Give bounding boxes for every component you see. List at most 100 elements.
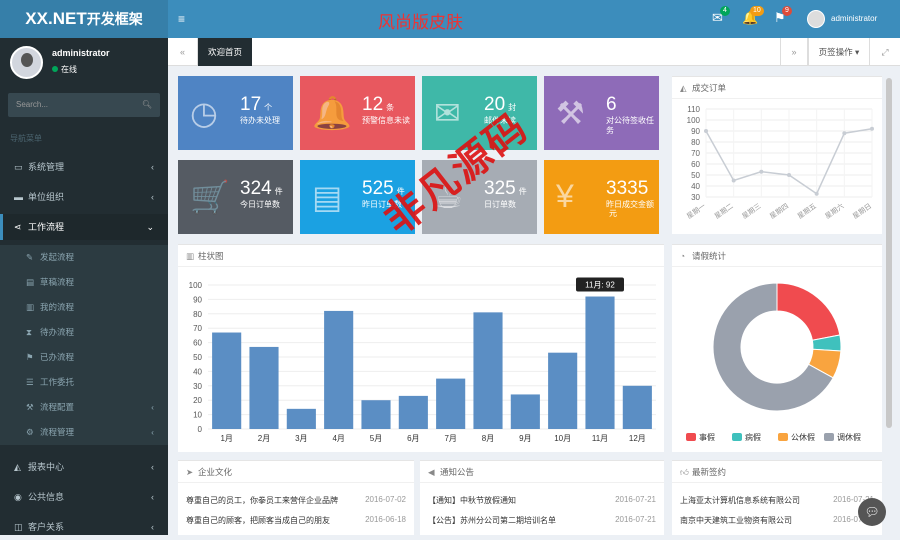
list-item-date: 2016-07-02 <box>361 495 406 504</box>
stat-tile-unit: 件 <box>274 187 283 196</box>
fullscreen-icon[interactable]: ⤢ <box>870 38 900 66</box>
chevron-left-icon: ‹ <box>151 427 154 437</box>
app-logo[interactable]: XX.NET开发框架 <box>0 0 168 38</box>
legend-label: 调休假 <box>837 432 861 442</box>
stat-tile[interactable]: ¥3335 元 昨日成交金额 <box>544 160 659 234</box>
orders-panel-title: 成交订单 <box>692 83 727 93</box>
list-item[interactable]: 南京中天建筑工业物资有限公司 2016-07-20 <box>680 515 874 531</box>
file-text-icon: ▥ <box>26 302 35 312</box>
stat-tile-label: 昨日成交金额 <box>606 200 654 209</box>
search-input[interactable]: Search... 🔍︎ <box>8 93 160 117</box>
sidebar-toggle-icon[interactable]: ≡ <box>178 12 185 26</box>
x-tick-label: 星期四 <box>768 202 790 221</box>
sidebar-subitem-label: 已办流程 <box>40 352 75 362</box>
sidebar-subitem-done[interactable]: ⚑ 已办流程 <box>0 345 168 370</box>
notice-panel: ◀ 通知公告 【通知】中秋节放假通知 2016-07-21 【公告】苏州分公司第二期… <box>420 460 664 535</box>
list-icon: ☰ <box>26 377 34 387</box>
tab-operations-dropdown[interactable]: 页签操作 ▾ <box>808 38 870 66</box>
user-avatar[interactable] <box>807 10 825 28</box>
gear-icon: ⚙ <box>26 427 34 437</box>
sidebar-subitem-draft[interactable]: ▤ 草稿流程 <box>0 270 168 295</box>
orders-data-point <box>814 191 819 196</box>
sidebar-subitem-manage[interactable]: ⚙ 流程管理 ‹ <box>0 420 168 445</box>
tab-ops-label: 页签操作 <box>818 47 853 57</box>
x-tick-label: 星期一 <box>685 202 707 221</box>
list-item[interactable]: 尊重自己的顾客，把顾客当成自己的朋友 2016-06-18 <box>186 515 406 531</box>
gavel-icon: ⚒ <box>556 95 585 131</box>
chat-bubble-icon[interactable]: 💬︎ <box>858 498 886 526</box>
orders-panel: ◭ 成交订单 30 40 50 60 70 80 90 100 110 星期一 星期二 星期三 星期四 星期… <box>672 76 882 234</box>
bell-badge: 10 <box>750 6 764 16</box>
stat-tile[interactable]: ⚒ 6 对公待签收任务 <box>544 76 659 150</box>
bar <box>249 346 279 429</box>
sidebar-subitem-delegate[interactable]: ☰ 工作委托 <box>0 370 168 395</box>
flag-icon[interactable]: ⚑ 9 <box>774 6 792 26</box>
stat-tile-label: 日订单数 <box>484 200 516 209</box>
list-item[interactable]: 尊重自己的员工，你拳员工来营伴企业品牌 2016-07-02 <box>186 495 406 511</box>
sidebar-item-crm[interactable]: ◫ 客户关系 ‹ <box>0 514 168 540</box>
clock-icon: ◷ <box>190 95 218 131</box>
file-icon: ▤ <box>26 277 35 287</box>
content-scrollbar[interactable] <box>886 78 892 428</box>
list-item-text: 南京中天建筑工业物资有限公司 <box>680 516 792 525</box>
orders-data-point <box>787 173 791 177</box>
stat-tile[interactable]: ◷ 17 个待办未处理 <box>178 76 293 150</box>
logo-main: XX.NET <box>25 9 87 28</box>
tab-scroll-left-icon[interactable]: « <box>168 38 198 66</box>
list-item[interactable]: 【通知】中秋节放假通知 2016-07-21 <box>428 495 656 511</box>
stat-tile-label: 今日订单数 <box>240 200 280 209</box>
sidebar-item-system[interactable]: ▭ 系统管理 ‹ <box>0 154 168 180</box>
stat-tile-unit: 件 <box>518 187 527 196</box>
stat-tile[interactable]: 🔔 12 条预警信息未读 <box>300 76 415 150</box>
y-tick-label: 90 <box>193 295 202 304</box>
sidebar-subitem-todo[interactable]: ⧗ 待办流程 <box>0 320 168 345</box>
chevron-down-icon: ⌄ <box>146 222 154 232</box>
chevron-left-icon: ‹ <box>151 522 154 532</box>
chevron-left-icon: ‹ <box>151 402 154 412</box>
tab-scroll-right-icon[interactable]: » <box>780 38 808 66</box>
monitor-icon: ▭ <box>14 162 23 172</box>
tab-home[interactable]: 欢迎首页 <box>198 38 253 66</box>
list-item-date: 2016-07-21 <box>611 495 656 504</box>
bar <box>585 296 615 429</box>
y-tick-label: 70 <box>691 149 700 158</box>
orders-data-point <box>704 129 708 133</box>
header-user-name[interactable]: administrator <box>831 14 877 23</box>
stat-tile[interactable]: 🛒 324 件今日订单数 <box>178 160 293 234</box>
sign-panel: 👍︎ 最新签约 上海亚太计算机信息系统有限公司 2016-07-21 南京中天建筑工… <box>672 460 882 535</box>
stat-tile-unit: 个 <box>264 103 273 112</box>
x-tick-label: 星期五 <box>796 202 818 221</box>
notice-panel-title: 通知公告 <box>440 467 475 477</box>
sidebar-item-reports[interactable]: ◭ 报表中心 ‹ <box>0 454 168 480</box>
sidebar-subitem-label: 流程管理 <box>40 427 75 437</box>
sidebar-item-label: 公共信息 <box>28 492 65 502</box>
skin-switch-link[interactable]: 风尚版皮肤 <box>378 8 463 33</box>
x-tick-label: 4月 <box>332 434 344 443</box>
stat-tile-number: 324 <box>240 178 272 199</box>
sidebar-subitem-config[interactable]: ⚒ 流程配置 ‹ <box>0 395 168 420</box>
y-tick-label: 40 <box>691 182 700 191</box>
globe-icon: ◉ <box>14 492 22 502</box>
list-item[interactable]: 【公告】苏州分公司第二期培训名单 2016-07-21 <box>428 515 656 531</box>
sidebar-subitem-start[interactable]: ✎ 发起流程 <box>0 245 168 270</box>
legend-label: 公休假 <box>791 432 815 442</box>
sidebar-subitem-mine[interactable]: ▥ 我的流程 <box>0 295 168 320</box>
y-tick-label: 80 <box>193 310 202 319</box>
sidebar-item-org[interactable]: ▬ 单位组织 ‹ <box>0 184 168 210</box>
bell-icon[interactable]: 🔔 10 <box>742 6 764 26</box>
users-icon: ◫ <box>14 522 23 532</box>
avatar <box>10 46 43 79</box>
donut-slice <box>776 282 841 341</box>
sidebar-item-workflow[interactable]: ⋖ 工作流程 ⌄ <box>0 214 168 240</box>
x-tick-label: 星期日 <box>851 202 873 221</box>
x-tick-label: 星期二 <box>713 202 735 221</box>
search-icon[interactable]: 🔍︎ <box>142 93 152 117</box>
mail-icon[interactable]: ✉ 4 <box>712 6 730 26</box>
orders-line-chart: 30 40 50 60 70 80 90 100 110 星期一 星期二 星期三 星期四 星期五 星期六 星期… <box>685 105 874 221</box>
flag-icon: ⚑ <box>26 352 34 362</box>
search-placeholder: Search... <box>16 100 49 109</box>
list-item[interactable]: 上海亚太计算机信息系统有限公司 2016-07-21 <box>680 495 874 511</box>
stat-tile-value: 17 个 <box>240 94 283 116</box>
sidebar-item-public[interactable]: ◉ 公共信息 ‹ <box>0 484 168 510</box>
envelope-icon: ✉ <box>434 95 461 131</box>
